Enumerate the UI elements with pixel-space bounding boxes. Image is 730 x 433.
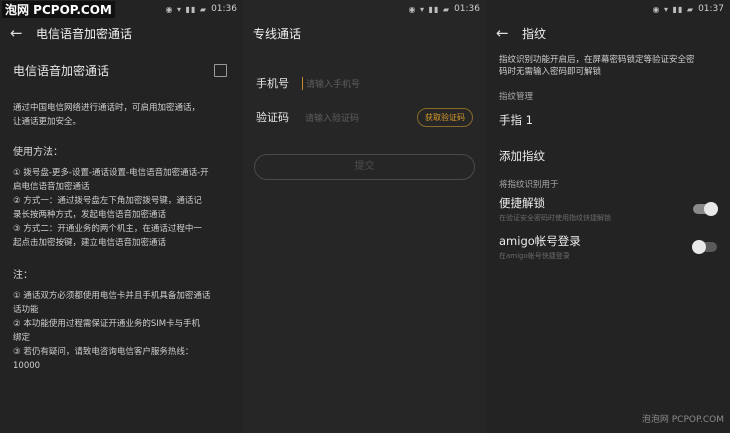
amigo-login-label: amigo帐号登录 (499, 234, 581, 248)
phone-row: 手机号 请输入手机号 (243, 66, 486, 100)
fingerprint-description: 指纹识别功能开启后，在屏幕密码锁定等验证安全密 码时无需输入密码即可解锁 (486, 48, 730, 78)
usage-line: ① 拨号盘-更多-设置-通话设置-电信语音加密通话-开 (13, 168, 209, 178)
usage-text: ① 拨号盘-更多-设置-通话设置-电信语音加密通话-开 启电信语音加密通话 ② … (0, 166, 243, 250)
intro-line: 通过中国电信网络进行通话时，可启用加密通话， (13, 103, 201, 113)
status-bar: ◉ ▾ ▮▮ ▰ 01:37 (486, 0, 730, 18)
add-fingerprint-item[interactable]: 添加指纹 (486, 138, 730, 174)
description-line: 码时无需输入密码即可解锁 (499, 67, 602, 77)
use-heading: 将指纹识别用于 (499, 180, 559, 190)
intro-line: 让通话更加安全。 (13, 117, 82, 127)
manage-heading: 指纹管理 (499, 92, 534, 102)
watermark-top: 泡网 PCPOP.COM (2, 1, 115, 18)
back-arrow-icon[interactable]: ← (10, 24, 36, 42)
title-bar: ← 指纹 (486, 18, 730, 48)
page-title: 专线通话 (253, 26, 302, 41)
quick-unlock-label: 便捷解锁 (499, 196, 545, 210)
note-line: 绑定 (13, 333, 31, 343)
amigo-login-sub: 在amigo帐号快捷登录 (499, 252, 570, 260)
note-line: ② 本功能使用过程需保证开通业务的SIM卡与手机 (13, 319, 201, 329)
usage-line: 启电信语音加密通话 (13, 182, 90, 192)
screen-dedicated-call: ◉ ▾ ▮▮ ▰ 01:36 专线通话 手机号 请输入手机号 验证码 请输入验证… (243, 0, 486, 433)
usage-line: ③ 方式二：开通业务的两个机主，在通话过程中一 (13, 224, 202, 234)
code-label: 验证码 (256, 111, 289, 124)
note-line: 话功能 (13, 305, 39, 315)
intro-text: 通过中国电信网络进行通话时，可启用加密通话， 让通话更加安全。 (0, 101, 243, 129)
watermark-bottom: 泡泡网 PCPOP.COM (641, 415, 724, 425)
usage-line: 起点击加密按键，建立电信语音加密通话 (13, 238, 167, 248)
back-arrow-icon[interactable]: ← (496, 24, 522, 42)
phone-label: 手机号 (256, 77, 289, 90)
usage-line: ② 方式一：通过拨号盘左下角加密拨号键，通话记 (13, 196, 202, 206)
title-bar: 专线通话 (243, 18, 486, 48)
status-time: 01:36 (454, 4, 480, 14)
note-heading: 注： (13, 270, 33, 281)
usage-heading: 使用方法： (13, 147, 63, 158)
quick-unlock-sub: 在验证安全密码时使用指纹快捷解锁 (499, 214, 611, 222)
note-line: ③ 若仍有疑问，请致电咨询电信客户服务热线： (13, 347, 194, 357)
page-title: 指纹 (522, 26, 547, 41)
quick-unlock-toggle[interactable] (693, 202, 718, 216)
encrypted-call-option[interactable]: 电信语音加密通话 (0, 48, 243, 89)
description-line: 指纹识别功能开启后，在屏幕密码锁定等验证安全密 (499, 55, 695, 65)
get-code-button[interactable]: 获取验证码 (417, 107, 473, 127)
submit-button[interactable]: 提交 (254, 154, 475, 180)
quick-unlock-row[interactable]: 便捷解锁 在验证安全密码时使用指纹快捷解锁 (486, 190, 730, 228)
code-input[interactable]: 请输入验证码 (302, 111, 413, 124)
status-bar: ◉ ▾ ▮▮ ▰ 01:36 (243, 0, 486, 18)
status-icons: ◉ ▾ ▮▮ ▰ (408, 4, 451, 14)
encrypted-call-checkbox[interactable] (214, 64, 227, 77)
screen-encrypted-call: ◉ ▾ ▮▮ ▰ 01:36 ← 电信语音加密通话 电信语音加密通话 通过中国电… (0, 0, 243, 433)
status-time: 01:37 (698, 4, 724, 14)
page-title: 电信语音加密通话 (36, 26, 133, 41)
status-time: 01:36 (211, 4, 237, 14)
phone-input[interactable]: 请输入手机号 (302, 76, 473, 90)
title-bar: ← 电信语音加密通话 (0, 18, 243, 48)
finger-1-item[interactable]: 手指 1 (486, 102, 730, 138)
amigo-login-toggle[interactable] (692, 240, 717, 254)
screen-fingerprint: ◉ ▾ ▮▮ ▰ 01:37 ← 指纹 指纹识别功能开启后，在屏幕密码锁定等验证… (486, 0, 730, 433)
usage-line: 录长按两种方式，发起电信语音加密通话 (13, 210, 167, 220)
amigo-login-row[interactable]: amigo帐号登录 在amigo帐号快捷登录 (486, 228, 730, 266)
note-line: ① 通话双方必须都使用电信卡并且手机具备加密通话 (13, 291, 211, 301)
option-label: 电信语音加密通话 (13, 64, 110, 78)
note-text: ① 通话双方必须都使用电信卡并且手机具备加密通话 话功能 ② 本功能使用过程需保… (0, 289, 243, 373)
note-line: 10000 (13, 361, 41, 371)
status-icons: ◉ ▾ ▮▮ ▰ (652, 4, 695, 14)
status-icons: ◉ ▾ ▮▮ ▰ (165, 4, 208, 14)
code-row: 验证码 请输入验证码 获取验证码 (243, 100, 486, 134)
